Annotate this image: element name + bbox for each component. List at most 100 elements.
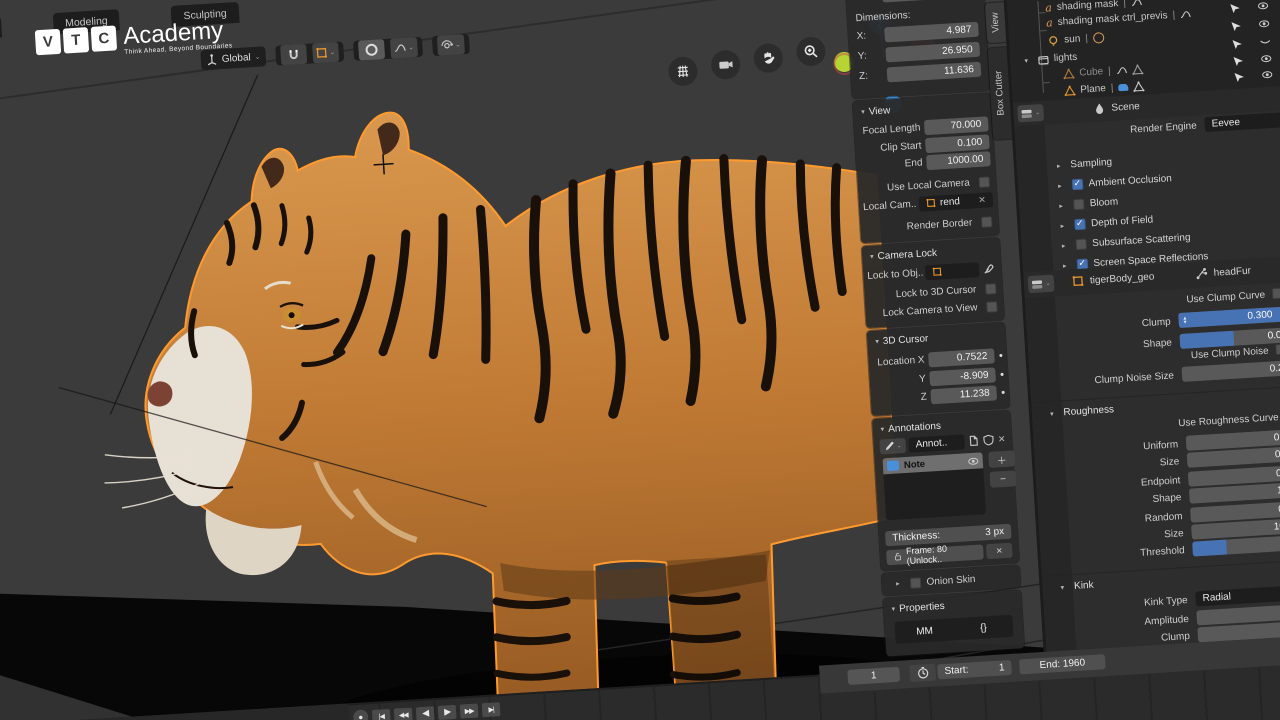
cursor-z-label: Z xyxy=(875,391,928,405)
kink-header[interactable]: ▾Kink xyxy=(1060,580,1094,593)
use-clump-noise-checkbox[interactable] xyxy=(1275,344,1280,356)
scale-z-label: Z: xyxy=(854,0,883,2)
logo-letter-c: C xyxy=(91,25,117,51)
outliner-row-sun[interactable]: sun | xyxy=(1047,30,1105,48)
use-local-camera-checkbox[interactable] xyxy=(978,176,990,188)
falloff-curve-button[interactable]: ⌄ xyxy=(390,37,418,59)
next-keyframe-button[interactable]: ▶▶ xyxy=(460,703,479,718)
annotation-pencil-button[interactable]: ⌄ xyxy=(879,437,906,454)
clump-slider[interactable]: ▲▼ 0.300 xyxy=(1178,306,1280,328)
proportional-edit-group: ⌄ xyxy=(353,37,423,61)
local-camera-field[interactable]: rend ✕ xyxy=(919,192,994,211)
annotation-layers-list[interactable]: Note xyxy=(882,452,986,520)
dof-checkbox[interactable] xyxy=(1074,219,1086,231)
section-bloom[interactable]: ▸Bloom xyxy=(1059,197,1118,212)
use-clump-curve-checkbox[interactable] xyxy=(1272,288,1280,300)
jump-to-end-button[interactable]: ▶| xyxy=(482,702,501,717)
onion-skin-checkbox[interactable] xyxy=(909,577,921,589)
editor-type-button[interactable]: ⌄ xyxy=(1017,104,1044,123)
breadcrumb-object[interactable]: tigerBody_geo xyxy=(1090,271,1155,286)
frame-lock-field[interactable]: Frame: 80 (Unlock.. xyxy=(886,544,984,565)
proportional-circle-icon xyxy=(365,43,378,56)
falloff-curve-icon xyxy=(393,42,407,55)
editor-type-icon xyxy=(1031,278,1044,291)
current-frame-field[interactable]: 1 xyxy=(847,667,900,685)
lock-to-object-field[interactable] xyxy=(925,262,980,280)
section-depth-of-field[interactable]: ▸Depth of Field xyxy=(1060,214,1153,231)
page-icon[interactable] xyxy=(968,434,981,447)
eye-icon[interactable] xyxy=(967,455,979,467)
scale-z-field[interactable]: 1.000 xyxy=(882,0,977,2)
curve-icon xyxy=(1131,0,1143,8)
cursor-y-field[interactable]: -8.909 xyxy=(929,367,996,386)
layer-name: Note xyxy=(904,458,926,470)
mesh-icon xyxy=(1133,81,1145,93)
braces-button[interactable]: {} xyxy=(954,620,1014,635)
anim-dot-icon[interactable] xyxy=(1002,390,1005,393)
breadcrumb-system[interactable]: headFur xyxy=(1195,265,1251,280)
zoom-magnifier-icon xyxy=(803,44,819,60)
dim-z-field[interactable]: 11.636 xyxy=(887,61,982,82)
proportional-edit-button[interactable] xyxy=(358,39,385,61)
section-ambient-occlusion[interactable]: ▸Ambient Occlusion xyxy=(1058,173,1172,191)
clear-icon[interactable]: ✕ xyxy=(978,194,986,205)
kink-type-dropdown[interactable]: Radial xyxy=(1195,582,1280,606)
prev-keyframe-button[interactable]: ◀◀ xyxy=(394,707,413,720)
clump-noise-size-field[interactable]: 0.250 xyxy=(1181,360,1280,382)
dimensions-label: Dimensions: xyxy=(855,9,911,23)
auto-keying-button[interactable] xyxy=(909,664,936,683)
cursor-x-field[interactable]: 0.7522 xyxy=(928,348,995,367)
play-button[interactable]: ▶ xyxy=(438,704,457,719)
pencil-icon xyxy=(883,440,895,452)
frame-unlock-button[interactable]: ✕ xyxy=(986,542,1013,559)
tiger-model[interactable] xyxy=(30,37,911,720)
view-panel-title: View xyxy=(868,105,890,117)
camera-lock-panel: ▾Camera Lock Lock to Obj.. Lock to 3D Cu… xyxy=(861,238,1004,328)
orientation-dropdown[interactable]: Global ⌄ xyxy=(200,46,266,70)
curve-icon xyxy=(1180,9,1192,21)
close-icon[interactable]: ✕ xyxy=(998,433,1006,444)
kink-amplitude-field[interactable]: 1.000 xyxy=(1196,603,1280,625)
clip-end-field[interactable]: 1000.00 xyxy=(926,151,991,170)
collection-expand-icon[interactable]: ▾ xyxy=(1024,56,1028,64)
cursor-z-field[interactable]: 11.238 xyxy=(930,385,997,404)
disclosure-open-icon[interactable]: ▾ xyxy=(861,108,865,116)
editor-type-button[interactable]: ⌄ xyxy=(1028,275,1055,294)
sidebar-tab-view[interactable]: View xyxy=(985,2,1006,43)
play-reverse-button[interactable]: ◀ xyxy=(416,706,435,720)
bloom-checkbox[interactable] xyxy=(1073,199,1085,211)
lock-to-3d-cursor-checkbox[interactable] xyxy=(985,283,997,295)
section-subsurface-scattering[interactable]: ▸Subsurface Scattering xyxy=(1061,232,1190,251)
sss-checkbox[interactable] xyxy=(1075,239,1087,251)
orbit-button[interactable]: ⌄ xyxy=(436,34,464,56)
cursor-panel-title: 3D Cursor xyxy=(882,333,928,347)
focal-length-field[interactable]: 70.000 xyxy=(924,116,989,135)
breadcrumb-scene[interactable]: Scene xyxy=(1111,101,1140,114)
eyedropper-icon[interactable] xyxy=(983,262,996,275)
add-layer-button[interactable]: ＋ xyxy=(988,450,1015,468)
snap-target-button[interactable]: ⌄ xyxy=(312,42,339,64)
editor-type-icon xyxy=(1021,107,1034,120)
render-border-checkbox[interactable] xyxy=(981,216,993,228)
snapping-group: ⌄ xyxy=(275,42,344,66)
mm-button[interactable]: MM xyxy=(895,624,955,639)
snap-magnet-button[interactable] xyxy=(280,44,307,66)
layer-color-swatch[interactable] xyxy=(887,460,900,471)
font-object-icon: a xyxy=(1046,16,1053,29)
hand-icon xyxy=(760,50,776,66)
lock-camera-to-view-checkbox[interactable] xyxy=(986,301,998,313)
record-button[interactable]: ● xyxy=(353,709,369,720)
annotation-layer-row[interactable]: Note xyxy=(882,452,983,474)
dim-y-field[interactable]: 26.950 xyxy=(885,41,980,62)
jump-to-start-button[interactable]: |◀ xyxy=(372,708,391,720)
outliner-toggles[interactable] xyxy=(1224,0,1280,85)
dim-x-field[interactable]: 4.987 xyxy=(884,21,979,42)
shield-icon[interactable] xyxy=(983,433,996,446)
section-sampling[interactable]: ▸Sampling xyxy=(1057,157,1113,171)
anim-dot-icon[interactable] xyxy=(999,353,1002,356)
ao-checkbox[interactable] xyxy=(1071,179,1083,191)
disclosure-closed-icon[interactable]: ▸ xyxy=(896,580,900,588)
anim-dot-icon[interactable] xyxy=(1000,372,1003,375)
annotation-name-field[interactable]: Annot.. xyxy=(908,434,965,452)
remove-layer-button[interactable]: − xyxy=(989,470,1016,488)
